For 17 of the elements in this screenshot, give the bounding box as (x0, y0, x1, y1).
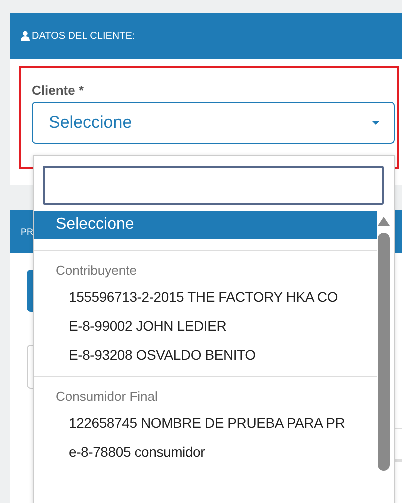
section-title: PR (21, 226, 34, 236)
group-label: Consumidor Final (55, 389, 159, 404)
dropdown-option[interactable]: e-8-78805 consumidor (34, 438, 377, 467)
dropdown-option[interactable]: 155596713-2-2015 THE FACTORY HKA CO (34, 283, 377, 312)
scrollbar-thumb[interactable] (378, 233, 390, 471)
dropdown-option[interactable]: E-8-93208 OSVALDO BENITO (34, 341, 377, 370)
dropdown-option[interactable]: E-8-99002 JOHN LEDIER (34, 312, 377, 341)
caret-icon (372, 121, 380, 125)
scroll-up-icon[interactable] (378, 217, 390, 226)
section-title: DATOS DEL CLIENTE: (32, 30, 136, 42)
client-select[interactable]: Seleccione (32, 102, 395, 144)
dropdown-option[interactable]: Seleccione (34, 211, 377, 239)
user-icon (21, 31, 30, 41)
group-label: Contribuyente (55, 263, 138, 278)
field-label: Cliente * (32, 83, 86, 98)
dropdown-option[interactable]: 122658745 NOMBRE DE PRUEBA PARA PR (34, 409, 377, 438)
search-field[interactable] (43, 166, 384, 205)
